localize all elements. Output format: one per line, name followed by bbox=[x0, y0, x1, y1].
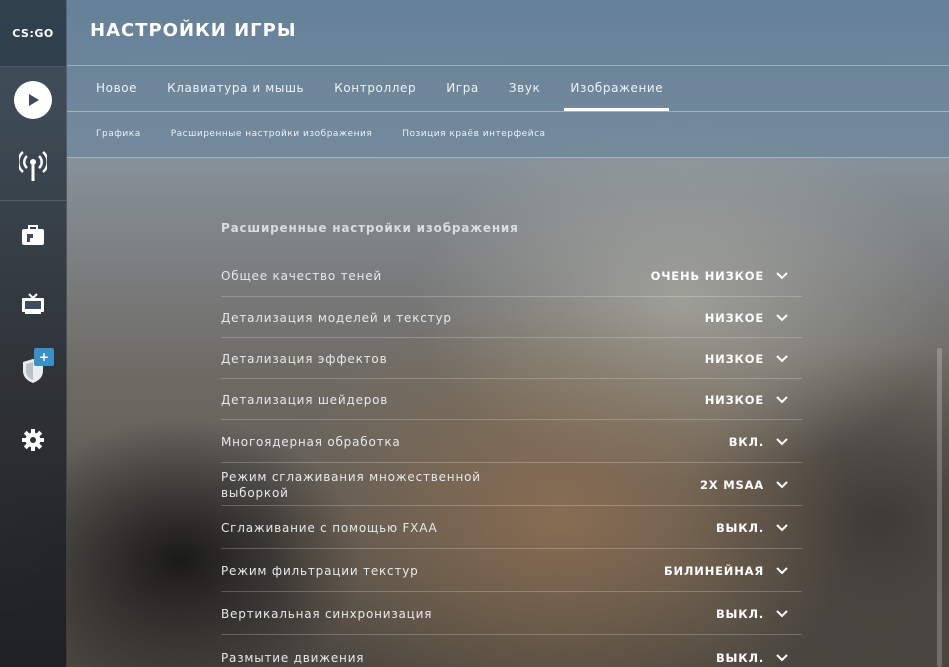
chevron-down-icon[interactable] bbox=[776, 314, 788, 322]
sidebar-divider bbox=[0, 200, 66, 201]
subtab-graphics[interactable]: Графика bbox=[96, 112, 141, 157]
main-tabs: Новое Клавиатура и мышь Контроллер Игра … bbox=[96, 66, 693, 111]
chevron-down-icon[interactable] bbox=[776, 524, 788, 532]
setting-row-effect-detail[interactable]: Детализация эффектов НИЗКОЕ bbox=[221, 338, 802, 379]
setting-row-multicore-rendering[interactable]: Многоядерная обработка ВКЛ. bbox=[221, 420, 802, 463]
tv-icon bbox=[22, 293, 44, 314]
setting-label: Детализация шейдеров bbox=[221, 393, 389, 407]
operation-button[interactable] bbox=[0, 338, 66, 404]
setting-row-shadow-quality[interactable]: Общее качество теней ОЧЕНЬ НИЗКОЕ bbox=[221, 256, 802, 297]
header-bottom-divider bbox=[67, 157, 949, 158]
subtab-advanced-video[interactable]: Расширенные настройки изображения bbox=[171, 112, 373, 157]
tab-video[interactable]: Изображение bbox=[564, 66, 670, 111]
inventory-icon bbox=[22, 225, 44, 245]
setting-value: ВКЛ. bbox=[728, 435, 764, 449]
chevron-down-icon[interactable] bbox=[776, 610, 788, 618]
tab-controller[interactable]: Контроллер bbox=[334, 66, 416, 111]
tab-keyboard-mouse[interactable]: Клавиатура и мышь bbox=[167, 66, 304, 111]
play-icon bbox=[14, 81, 52, 119]
setting-label: Режим сглаживания множественной выборкой bbox=[221, 470, 481, 500]
setting-value: НИЗКОЕ bbox=[704, 352, 764, 366]
chevron-down-icon[interactable] bbox=[776, 567, 788, 575]
chevron-down-icon[interactable] bbox=[776, 481, 788, 489]
subtab-hud-edge-position[interactable]: Позиция краёв интерфейса bbox=[402, 112, 545, 157]
tab-game[interactable]: Игра bbox=[446, 66, 479, 111]
advanced-video-settings-list: Общее качество теней ОЧЕНЬ НИЗКОЕ Детали… bbox=[221, 256, 802, 667]
chevron-down-icon[interactable] bbox=[776, 396, 788, 404]
section-title: Расширенные настройки изображения bbox=[221, 221, 519, 235]
tab-audio[interactable]: Звук bbox=[509, 66, 541, 111]
setting-row-motion-blur[interactable]: Размытие движения ВЫКЛ. bbox=[221, 635, 802, 667]
scrollbar[interactable] bbox=[937, 348, 942, 667]
play-button[interactable] bbox=[0, 67, 66, 133]
chevron-down-icon[interactable] bbox=[776, 272, 788, 280]
new-badge: + bbox=[34, 348, 54, 366]
sub-tabs: Графика Расширенные настройки изображени… bbox=[96, 112, 576, 157]
logo-text: CS:GO bbox=[12, 26, 54, 40]
inventory-button[interactable] bbox=[0, 203, 66, 269]
setting-label: Многоядерная обработка bbox=[221, 435, 401, 449]
page-title: НАСТРОЙКИ ИГРЫ bbox=[90, 20, 297, 41]
chevron-down-icon[interactable] bbox=[776, 438, 788, 446]
setting-label: Детализация эффектов bbox=[221, 352, 388, 366]
settings-header: НАСТРОЙКИ ИГРЫ Новое Клавиатура и мышь К… bbox=[67, 0, 949, 158]
setting-label: Сглаживание с помощью FXAA bbox=[221, 521, 438, 535]
chevron-down-icon[interactable] bbox=[776, 355, 788, 363]
gear-icon bbox=[22, 429, 44, 451]
setting-value: ВЫКЛ. bbox=[715, 607, 764, 621]
setting-value: ВЫКЛ. bbox=[715, 521, 764, 535]
setting-row-model-texture-detail[interactable]: Детализация моделей и текстур НИЗКОЕ bbox=[221, 297, 802, 338]
setting-row-msaa-mode[interactable]: Режим сглаживания множественной выборкой… bbox=[221, 463, 802, 506]
setting-value: НИЗКОЕ bbox=[704, 393, 764, 407]
setting-value: НИЗКОЕ bbox=[704, 311, 764, 325]
setting-label: Размытие движения bbox=[221, 651, 365, 665]
watch-tv-button[interactable] bbox=[0, 271, 66, 337]
sidebar: CS:GO + bbox=[0, 0, 67, 667]
setting-label: Вертикальная синхронизация bbox=[221, 607, 433, 621]
setting-label: Детализация моделей и текстур bbox=[221, 311, 452, 325]
setting-value: ВЫКЛ. bbox=[715, 651, 764, 665]
csgo-logo[interactable]: CS:GO bbox=[0, 0, 66, 67]
setting-label: Общее качество теней bbox=[221, 269, 383, 283]
setting-value: ОЧЕНЬ НИЗКОЕ bbox=[650, 269, 764, 283]
setting-value: БИЛИНЕЙНАЯ bbox=[663, 564, 764, 578]
setting-label: Режим фильтрации текстур bbox=[221, 564, 419, 578]
setting-row-vsync[interactable]: Вертикальная синхронизация ВЫКЛ. bbox=[221, 592, 802, 635]
broadcast-icon bbox=[19, 151, 47, 181]
setting-row-shader-detail[interactable]: Детализация шейдеров НИЗКОЕ bbox=[221, 379, 802, 420]
settings-button[interactable] bbox=[0, 407, 66, 473]
setting-value: 2X MSAA bbox=[700, 478, 764, 492]
chevron-down-icon[interactable] bbox=[776, 654, 788, 662]
setting-row-texture-filtering[interactable]: Режим фильтрации текстур БИЛИНЕЙНАЯ bbox=[221, 549, 802, 592]
watch-broadcast-button[interactable] bbox=[0, 133, 66, 199]
tab-new[interactable]: Новое bbox=[96, 66, 137, 111]
setting-row-fxaa[interactable]: Сглаживание с помощью FXAA ВЫКЛ. bbox=[221, 506, 802, 549]
